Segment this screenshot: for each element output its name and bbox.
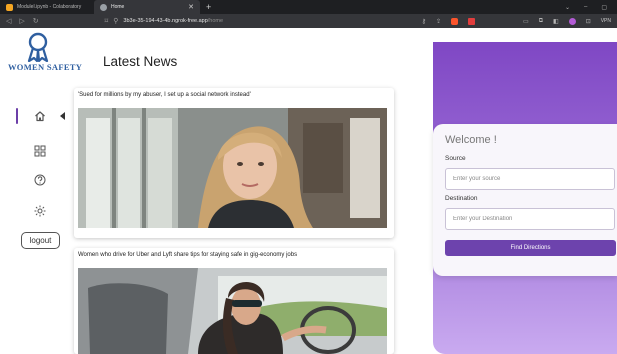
browser-tab-strip: ModuleI.ipynb - Colaboratory Home ✕ + ⌄ … [0,0,617,14]
downloads-icon[interactable]: ⊡ [586,18,591,25]
browser-tab-home[interactable]: Home ✕ [94,0,200,14]
browser-tab-label: ModuleI.ipynb - Colaboratory [17,4,82,10]
nav-help[interactable] [33,173,47,187]
sun-settings-icon [34,205,46,217]
help-circle-icon [34,174,46,186]
bookmark-icon[interactable]: ⌑ [105,17,109,25]
nav-home[interactable] [33,108,47,124]
close-tab-icon[interactable]: ✕ [188,3,194,11]
colab-favicon-icon [6,3,13,11]
browser-tab-colab[interactable]: ModuleI.ipynb - Colaboratory [0,0,94,14]
back-arrow-icon[interactable]: ◁ [6,17,11,25]
wallet-icon[interactable]: ◧ [553,18,559,25]
extension-alert-icon[interactable] [468,17,476,25]
news-card[interactable]: Women who drive for Uber and Lyft share … [74,248,394,354]
award-ribbon-icon [27,32,49,62]
caret-left-icon [60,112,65,120]
destination-label: Destination [445,195,478,202]
news-title[interactable]: 'Sued for millions by my abuser, I set u… [78,92,251,98]
home-icon [35,111,45,122]
active-nav-indicator [16,108,18,124]
reload-icon[interactable]: ↻ [33,17,39,25]
news-image[interactable] [78,108,387,228]
destination-input[interactable] [445,208,615,230]
site-info-icon[interactable]: ⚲ [113,17,118,25]
directions-form: Welcome ! Source Destination Find Direct… [433,124,617,276]
logo-text: WOMEN SAFETY [8,62,83,72]
news-title[interactable]: Women who drive for Uber and Lyft share … [78,252,297,258]
key-icon[interactable]: ⚷ [422,18,426,25]
news-photo-woman-icon [78,108,387,228]
new-tab-plus-icon[interactable]: + [200,2,211,12]
find-directions-button[interactable]: Find Directions [445,240,616,256]
share-icon[interactable]: ⇪ [436,18,441,25]
url-field[interactable]: ⌑ ⚲ 3b3e-35-194-43-4b.ngrok-free.app/hom… [105,17,223,25]
browser-tab-label: Home [111,4,125,10]
news-image[interactable] [78,268,387,354]
profile-avatar-icon[interactable] [568,17,576,25]
nav-settings[interactable] [33,204,47,218]
url-host: 3b3e-35-194-43-4b.ngrok-free.app [123,18,208,24]
source-label: Source [445,155,466,162]
app-logo: WOMEN SAFETY [8,32,83,84]
toolbar-extensions: ⚷ ⇪ ▭ ⧉ ◧ ⊡ VPN [422,17,611,25]
extensions-puzzle-icon[interactable]: ⧉ [539,18,543,25]
logout-button[interactable]: logout [21,232,60,249]
news-card[interactable]: 'Sued for millions by my abuser, I set u… [74,88,394,238]
sidebar-toggle-icon[interactable]: ▭ [523,18,529,25]
nav-dashboard[interactable] [33,144,47,158]
welcome-heading: Welcome ! [445,134,497,146]
minimize-icon[interactable]: – [584,4,587,11]
globe-favicon-icon [100,3,107,11]
url-path: /home [207,18,224,24]
nav-collapse-caret[interactable] [59,110,67,122]
source-input[interactable] [445,168,615,190]
web-page: WOMEN SAFETY logout Latest News 'Sued fo… [0,28,617,354]
window-controls: ⌄ – ▢ [565,4,617,11]
maximize-icon[interactable]: ▢ [601,4,607,11]
brave-shield-icon[interactable] [451,17,459,25]
forward-arrow-icon[interactable]: ▷ [19,17,24,25]
address-bar: ◁ ▷ ↻ ⌑ ⚲ 3b3e-35-194-43-4b.ngrok-free.a… [0,14,617,28]
page-title: Latest News [103,54,178,69]
vpn-button[interactable]: VPN [601,18,611,24]
dashboard-grid-icon [34,145,46,157]
dropdown-chevron-icon[interactable]: ⌄ [565,4,570,11]
news-photo-driver-icon [78,268,387,354]
